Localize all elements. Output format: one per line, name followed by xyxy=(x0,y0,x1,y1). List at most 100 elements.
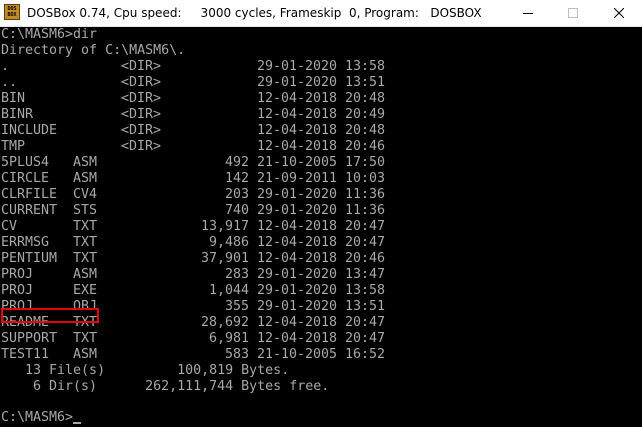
directory-header: Directory of C:\MASM6\. xyxy=(1,43,186,58)
file-ext: STS xyxy=(73,203,98,218)
file-size: 6,981 xyxy=(208,331,249,346)
file-name: TMP xyxy=(1,139,26,154)
file-date: 21-10-2005 xyxy=(257,155,338,170)
file-size: 9,486 xyxy=(208,235,249,250)
file-date: 12-04-2018 xyxy=(257,219,338,234)
file-name: TEST11 xyxy=(1,347,50,362)
maximize-icon xyxy=(568,8,578,18)
file-name: CURRENT xyxy=(1,203,58,218)
file-name: BIN xyxy=(1,91,26,106)
listing-row: .. <DIR> 29-01-2020 13:51 xyxy=(0,75,642,91)
minimize-button[interactable] xyxy=(505,0,551,26)
file-time: 11:36 xyxy=(345,187,386,202)
file-size: 28,692 xyxy=(200,315,249,330)
file-size: 1,044 xyxy=(208,283,249,298)
file-time: 11:36 xyxy=(345,203,386,218)
file-ext: EXE xyxy=(73,283,98,298)
file-name: CIRCLE xyxy=(1,171,50,186)
file-name: PROJ xyxy=(1,283,34,298)
file-name: PROJ xyxy=(1,267,34,282)
file-ext: TXT xyxy=(73,251,98,266)
file-size: 203 xyxy=(224,187,249,202)
listing-row: TMP <DIR> 12-04-2018 20:46 xyxy=(0,139,642,155)
prompt-text: C:\MASM6> xyxy=(1,410,74,425)
minimize-icon xyxy=(523,13,533,14)
file-name: PENTIUM xyxy=(1,251,58,266)
file-time: 20:47 xyxy=(345,235,386,250)
file-time: 20:46 xyxy=(345,251,386,266)
listing-row: CURRENT STS 740 29-01-2020 11:36 xyxy=(0,203,642,219)
listing-row: PROJ OBJ 355 29-01-2020 13:51 xyxy=(0,299,642,315)
file-date: 12-04-2018 xyxy=(257,235,338,250)
file-date: 21-10-2005 xyxy=(257,347,338,362)
file-size: 740 xyxy=(224,203,249,218)
file-ext: CV4 xyxy=(73,187,98,202)
listing-row: PROJ ASM 283 29-01-2020 13:47 xyxy=(0,267,642,283)
file-size: 492 xyxy=(224,155,249,170)
dir-marker: <DIR> xyxy=(121,123,162,138)
summary-files: 13 File(s) 100,819 Bytes. xyxy=(1,363,290,378)
file-size: 37,901 xyxy=(200,251,249,266)
file-name: CLRFILE xyxy=(1,187,58,202)
command-prompt[interactable]: C:\MASM6> xyxy=(1,410,82,426)
close-button[interactable] xyxy=(596,0,642,26)
listing-row: ERRMSG TXT 9,486 12-04-2018 20:47 xyxy=(0,235,642,251)
file-date: 12-04-2018 xyxy=(257,123,338,138)
listing-row: TEST11 ASM 583 21-10-2005 16:52 xyxy=(0,347,642,363)
listing-row: README TXT 28,692 12-04-2018 20:47 xyxy=(0,315,642,331)
dir-marker: <DIR> xyxy=(121,139,162,154)
file-name: 5PLUS4 xyxy=(1,155,50,170)
file-time: 20:47 xyxy=(345,315,386,330)
dir-marker: <DIR> xyxy=(121,75,162,90)
file-date: 29-01-2020 xyxy=(257,75,338,90)
file-name: BINR xyxy=(1,107,34,122)
file-ext: ASM xyxy=(73,267,98,282)
file-ext: ASM xyxy=(73,347,98,362)
file-name: . xyxy=(1,59,10,74)
summary-dirs: 6 Dir(s) 262,111,744 Bytes free. xyxy=(1,379,330,394)
file-ext: OBJ xyxy=(73,299,98,314)
file-name: CV xyxy=(1,219,18,234)
file-size: 13,917 xyxy=(200,219,249,234)
listing-row: . <DIR> 29-01-2020 13:58 xyxy=(0,59,642,75)
file-size: 142 xyxy=(224,171,249,186)
file-time: 13:51 xyxy=(345,299,386,314)
file-date: 29-01-2020 xyxy=(257,283,338,298)
file-time: 16:52 xyxy=(345,347,386,362)
file-time: 20:48 xyxy=(345,123,386,138)
file-time: 10:03 xyxy=(345,171,386,186)
dos-terminal[interactable]: C:\MASM6>dir Directory of C:\MASM6\. . <D… xyxy=(0,27,642,427)
file-name: SUPPORT xyxy=(1,331,58,346)
file-date: 21-09-2011 xyxy=(257,171,338,186)
file-ext: TXT xyxy=(73,219,98,234)
file-size: 283 xyxy=(224,267,249,282)
listing-row: CIRCLE ASM 142 21-09-2011 10:03 xyxy=(0,171,642,187)
file-ext: ASM xyxy=(73,155,98,170)
file-name: README xyxy=(1,315,50,330)
file-date: 29-01-2020 xyxy=(257,59,338,74)
file-time: 20:48 xyxy=(345,91,386,106)
dosbox-window: DOS BOX DOSBox 0.74, Cpu speed: 3000 cyc… xyxy=(0,0,642,427)
file-time: 13:58 xyxy=(345,59,386,74)
listing-row: PROJ EXE 1,044 29-01-2020 13:58 xyxy=(0,283,642,299)
listing-row: CV TXT 13,917 12-04-2018 20:47 xyxy=(0,219,642,235)
dir-marker: <DIR> xyxy=(121,59,162,74)
listing-row: BIN <DIR> 12-04-2018 20:48 xyxy=(0,91,642,107)
file-date: 12-04-2018 xyxy=(257,91,338,106)
file-time: 20:46 xyxy=(345,139,386,154)
file-time: 13:47 xyxy=(345,267,386,282)
file-ext: TXT xyxy=(73,331,98,346)
file-ext: ASM xyxy=(73,171,98,186)
dir-marker: <DIR> xyxy=(121,91,162,106)
listing-row: PENTIUM TXT 37,901 12-04-2018 20:46 xyxy=(0,251,642,267)
file-date: 12-04-2018 xyxy=(257,107,338,122)
listing-row: CLRFILE CV4 203 29-01-2020 11:36 xyxy=(0,187,642,203)
file-ext: TXT xyxy=(73,315,98,330)
title-bar[interactable]: DOS BOX DOSBox 0.74, Cpu speed: 3000 cyc… xyxy=(0,0,642,27)
file-time: 20:47 xyxy=(345,219,386,234)
dir-marker: <DIR> xyxy=(121,107,162,122)
maximize-button[interactable] xyxy=(550,0,596,26)
file-name: .. xyxy=(1,75,18,90)
file-size: 583 xyxy=(224,347,249,362)
file-time: 20:47 xyxy=(345,331,386,346)
